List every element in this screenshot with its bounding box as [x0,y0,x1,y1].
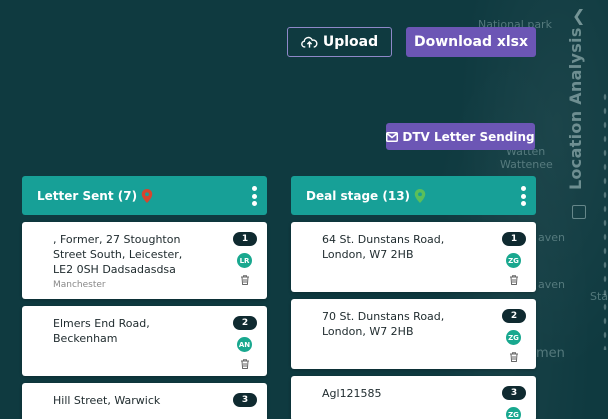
column-menu-icon[interactable] [520,186,526,206]
envelope-icon [386,131,399,142]
card-address: 70 St. Dunstans Road, London, W7 2HB [322,310,445,338]
download-xlsx-button[interactable]: Download xlsx [406,27,536,57]
avatar: LR [237,253,252,268]
column-menu-icon[interactable] [251,186,257,206]
list-item[interactable]: 64 St. Dunstans Road, London, W7 2HB 1 Z… [291,222,536,292]
column-deal-stage: Deal stage (13) 64 St. Dunstans Road, Lo… [291,176,536,419]
column-header: Letter Sent (7) [22,176,267,215]
card-number-badge: 1 [233,232,257,246]
trash-icon[interactable] [508,351,520,363]
layers-icon[interactable] [572,205,586,219]
column-title: Letter Sent (7) [37,188,138,203]
card-number-badge: 1 [502,232,526,246]
list-item[interactable]: , Former, 27 Stoughton Street South, Lei… [22,222,267,299]
card-number-badge: 3 [233,393,257,407]
list-item[interactable]: Elmers End Road, Beckenham 2 AN [22,306,267,376]
list-item[interactable]: Hill Street, Warwick 3 [22,383,267,419]
dtv-label: DTV Letter Sending [402,129,535,144]
card-address: Agl121585 [322,387,382,400]
avatar: AN [237,337,252,352]
map-pin-icon [141,188,153,203]
dtv-letter-sending-button[interactable]: DTV Letter Sending [386,123,535,150]
map-pin-icon [414,188,426,203]
download-label: Download xlsx [413,34,529,50]
avatar: ZG [506,330,521,345]
list-item[interactable]: Agl121585 3 ZG [291,376,536,419]
column-header: Deal stage (13) [291,176,536,215]
panel-scroll-handle[interactable] [602,90,608,350]
upload-button[interactable]: Upload [287,27,392,57]
card-address: Elmers End Road, Beckenham [53,317,150,345]
card-address: 64 St. Dunstans Road, London, W7 2HB [322,233,445,261]
list-item[interactable]: 70 St. Dunstans Road, London, W7 2HB 2 Z… [291,299,536,369]
avatar: ZG [506,407,521,419]
column-title: Deal stage (13) [306,188,411,203]
trash-icon[interactable] [239,274,251,286]
card-number-badge: 3 [502,386,526,400]
location-analysis-title: Location Analysis [566,27,585,190]
card-address: Hill Street, Warwick [53,394,161,407]
card-city: Manchester [53,280,106,290]
trash-icon[interactable] [239,358,251,370]
card-number-badge: 2 [502,309,526,323]
map-label: Wattenee [500,158,553,171]
avatar: ZG [506,253,521,268]
column-letter-sent: Letter Sent (7) , Former, 27 Stoughton S… [22,176,267,419]
card-address: , Former, 27 Stoughton Street South, Lei… [53,233,183,276]
card-number-badge: 2 [233,316,257,330]
chevron-left-icon[interactable]: ❮ [572,6,585,25]
cloud-upload-icon [300,36,318,48]
trash-icon[interactable] [508,274,520,286]
upload-label: Upload [322,34,379,50]
